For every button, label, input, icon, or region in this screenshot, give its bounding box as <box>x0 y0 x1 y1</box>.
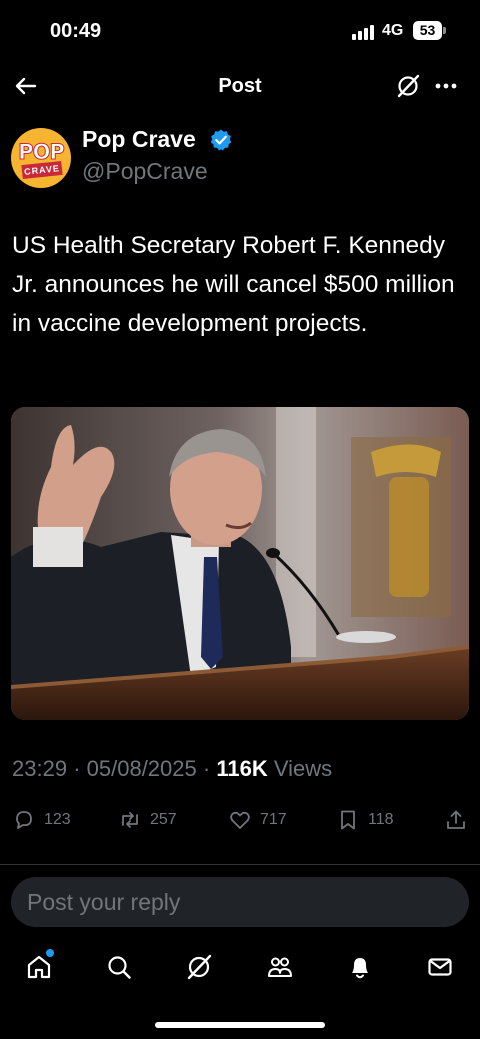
notifications-icon <box>352 958 368 979</box>
author-handle[interactable]: @PopCrave <box>82 158 208 185</box>
search-icon <box>108 956 131 979</box>
bookmark-button[interactable]: 118 <box>336 806 394 834</box>
tab-messages[interactable] <box>425 952 455 982</box>
reply-placeholder: Post your reply <box>27 889 181 915</box>
status-bar: 00:49 4G 53 <box>0 0 480 64</box>
like-count: 717 <box>260 811 287 828</box>
bookmark-icon <box>341 810 355 830</box>
avatar-logo-top: POP <box>18 140 66 165</box>
post-date: 05/08/2025 <box>86 756 197 781</box>
verified-badge-icon <box>209 128 233 152</box>
more-dots-icon[interactable] <box>432 72 460 100</box>
tab-grok[interactable] <box>184 952 214 982</box>
tab-home[interactable] <box>24 949 54 982</box>
post-text: US Health Secretary Robert F. Kennedy Jr… <box>12 232 455 337</box>
battery-tip <box>443 27 446 34</box>
network-type: 4G <box>382 22 404 39</box>
bookmark-count: 118 <box>368 811 394 828</box>
meta-separator: · <box>202 756 217 781</box>
tab-notifications[interactable] <box>345 952 375 982</box>
notification-dot <box>46 949 54 957</box>
heart-icon <box>230 811 250 829</box>
signal-icon <box>352 24 376 40</box>
post-author: POP CRAVE Pop Crave @PopCrave <box>0 124 480 194</box>
messages-icon <box>428 958 452 976</box>
reply-input[interactable]: Post your reply <box>11 877 469 927</box>
grok-icon <box>187 954 212 980</box>
communities-icon <box>268 957 292 977</box>
post-actions: 123 257 717 118 <box>0 806 480 834</box>
status-time: 00:49 <box>50 20 102 42</box>
post-meta: 23:29 · 05/08/2025 · 116K Views <box>12 756 332 782</box>
bottom-tab-bar <box>0 944 480 992</box>
battery-icon: 53 <box>413 21 442 40</box>
reply-bubble-icon <box>16 811 32 829</box>
repost-icon <box>122 812 138 828</box>
meta-separator: · <box>73 756 87 781</box>
author-display-name[interactable]: Pop Crave <box>82 126 196 153</box>
share-button[interactable] <box>444 806 468 834</box>
divider <box>0 864 480 865</box>
tab-search[interactable] <box>104 952 134 982</box>
top-nav-bar: Post <box>0 64 480 108</box>
reply-count: 123 <box>44 811 71 828</box>
share-icon <box>447 810 465 829</box>
views-count[interactable]: 116K <box>216 756 267 781</box>
avatar[interactable]: POP CRAVE <box>11 128 71 188</box>
post-image[interactable] <box>11 407 469 720</box>
post-time: 23:29 <box>12 756 68 781</box>
home-indicator <box>155 1022 325 1028</box>
tab-communities[interactable] <box>265 952 295 982</box>
like-button[interactable]: 717 <box>228 806 287 834</box>
grok-icon[interactable] <box>394 72 422 100</box>
speaker-photo <box>11 407 469 720</box>
views-label: Views <box>273 756 333 781</box>
repost-count: 257 <box>150 811 177 828</box>
repost-button[interactable]: 257 <box>118 806 177 834</box>
avatar-logo-bottom: CRAVE <box>21 160 63 180</box>
reply-button[interactable]: 123 <box>12 806 71 834</box>
